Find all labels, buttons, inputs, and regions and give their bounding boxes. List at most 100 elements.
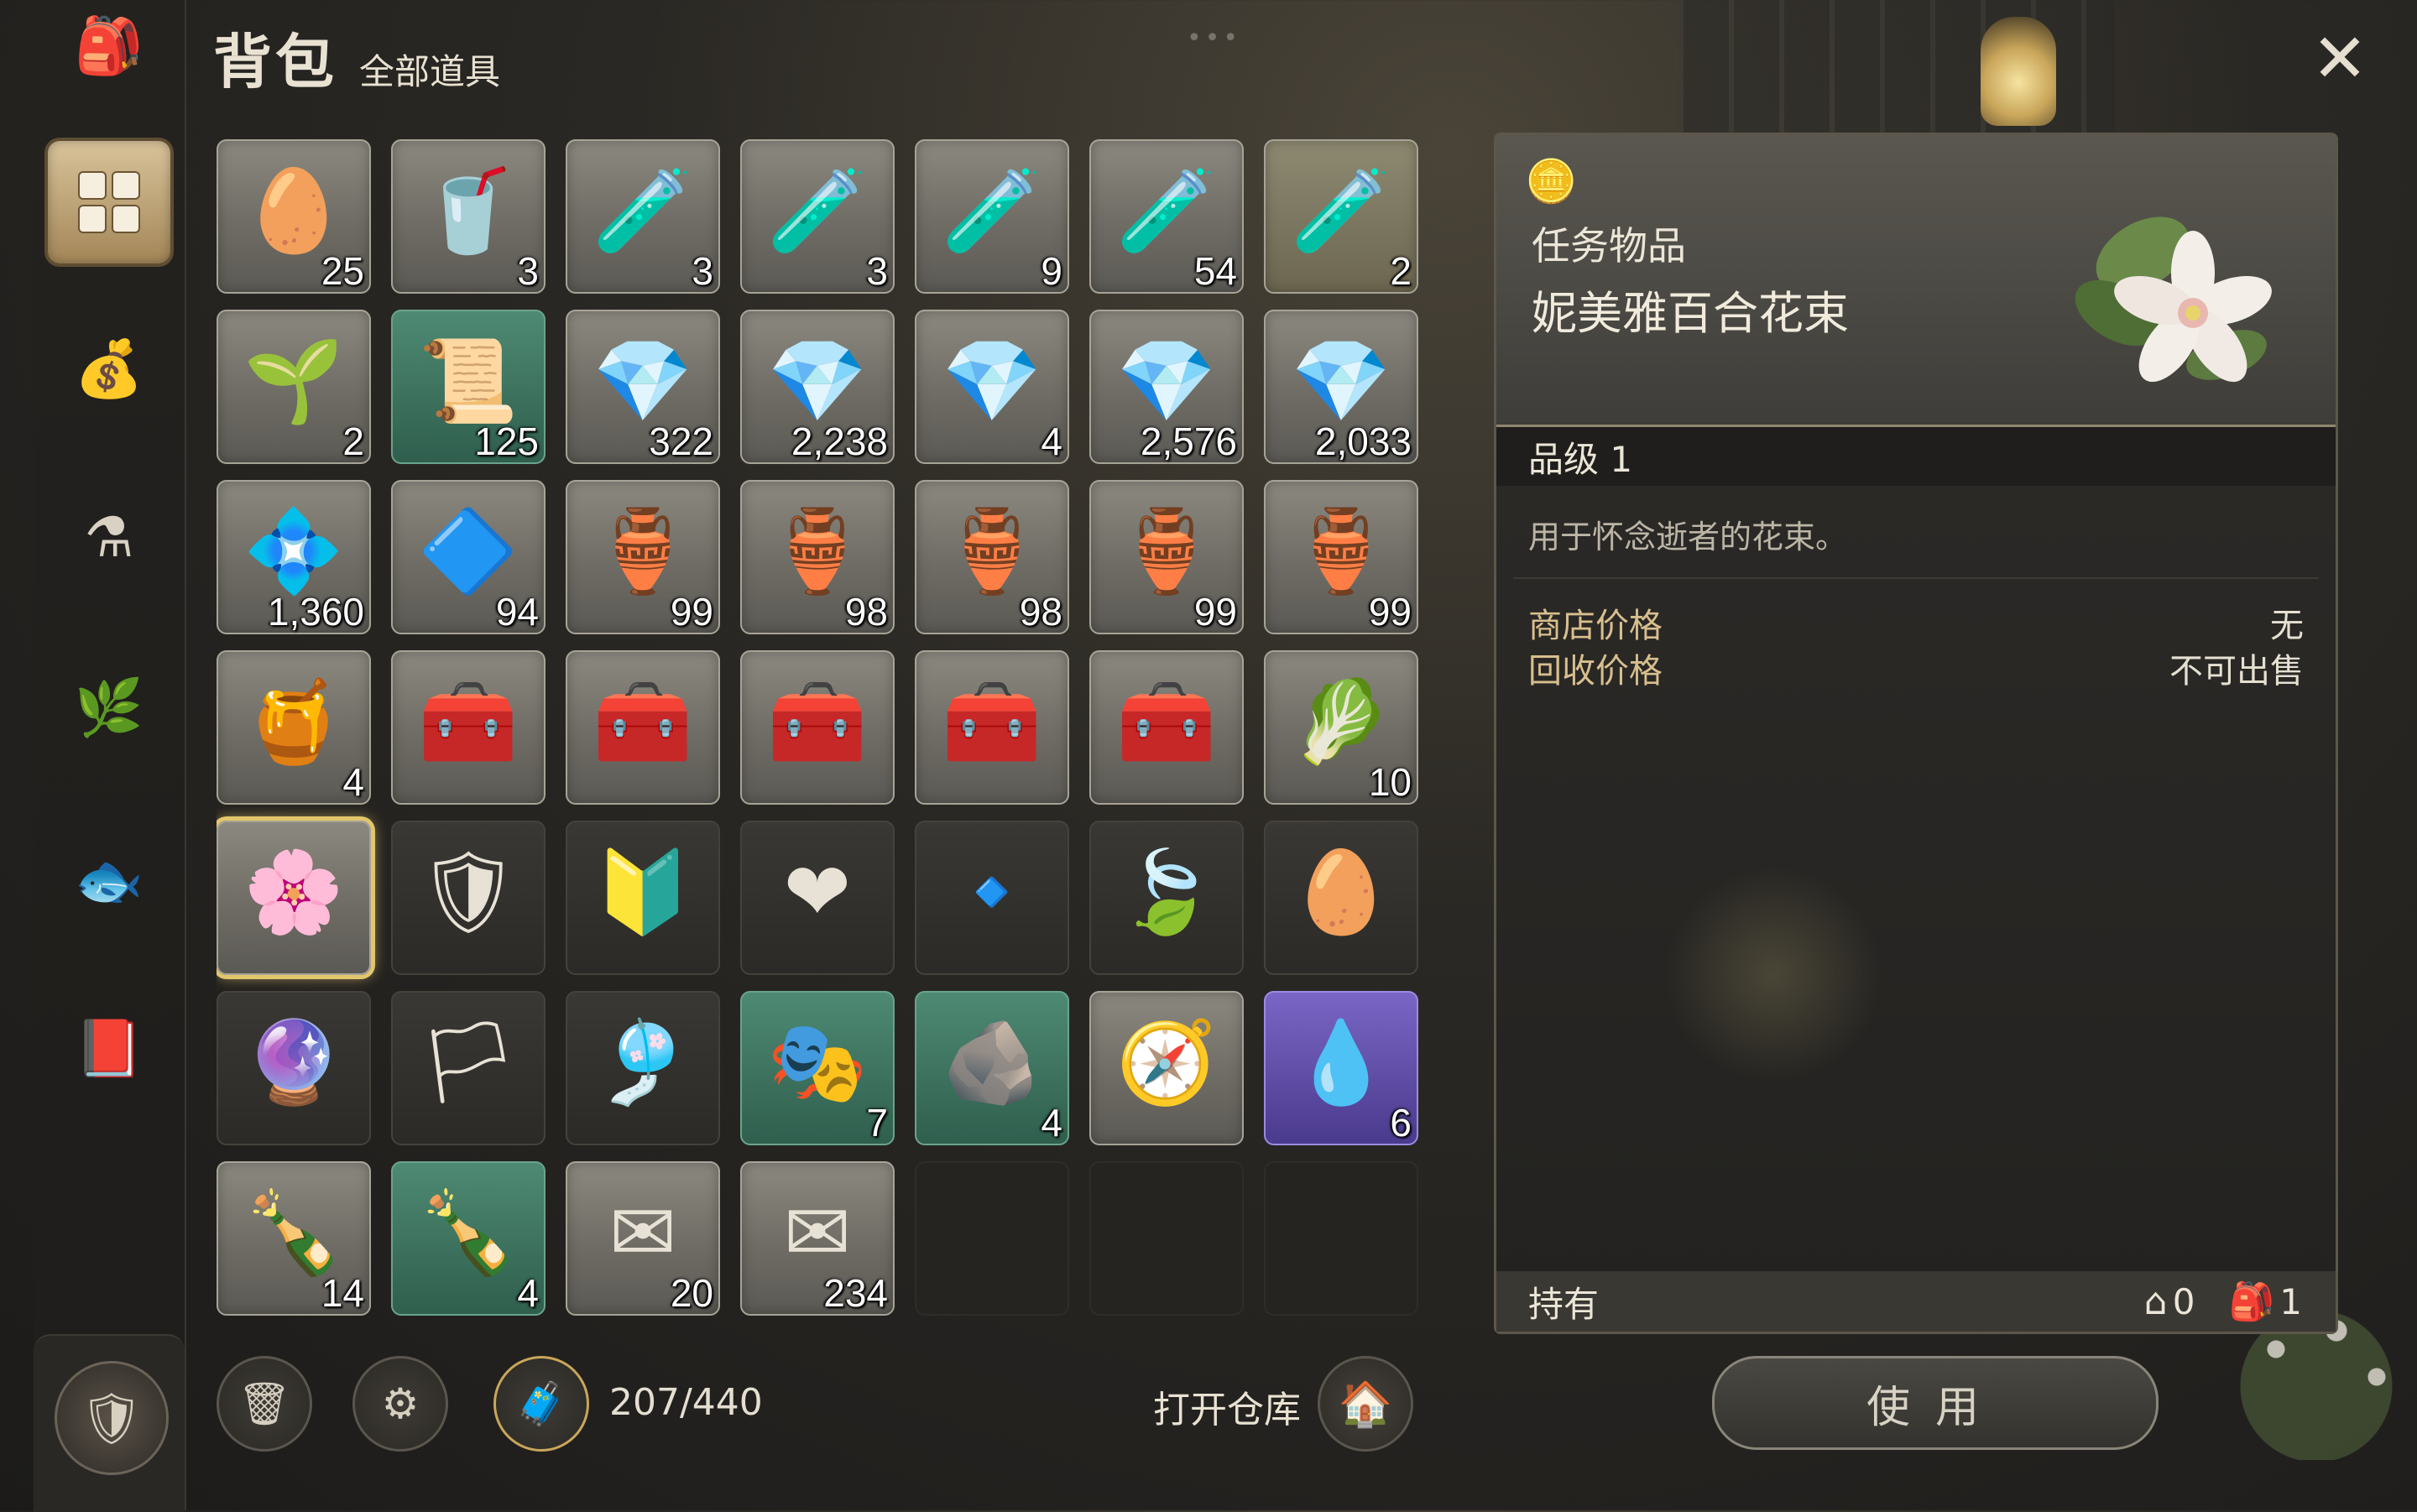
tab-materials[interactable]: 💰 (59, 319, 159, 420)
inventory-slot[interactable]: 🧪 3 (566, 139, 720, 294)
empty-slot[interactable] (1089, 1161, 1244, 1316)
fish-icon: 🐟 (74, 848, 144, 913)
filter-label: 全部道具 (359, 51, 501, 92)
inventory-slot[interactable]: ❤ (740, 821, 895, 975)
sell-price-label: 回收价格 (1528, 652, 1663, 691)
inventory-slot[interactable]: 🌱 2 (217, 310, 371, 464)
inventory-slot[interactable]: 🍾 14 (217, 1161, 371, 1316)
inventory-slot[interactable]: 🥤 3 (391, 139, 546, 294)
bag-expand-icon: 🧳 (514, 1379, 568, 1428)
potion-icon: ⚗ (84, 504, 134, 570)
item-icon: 🎐 (593, 1014, 693, 1109)
close-button[interactable]: ✕ (2306, 25, 2373, 92)
open-warehouse-button[interactable]: 🏠 (1318, 1356, 1413, 1452)
bag-settings-button[interactable]: ⚙ (352, 1356, 448, 1452)
expand-bag-button[interactable]: 🧳 (493, 1356, 589, 1452)
bag-icon: 🎒 (2228, 1280, 2275, 1323)
item-icon: 🌱 (243, 333, 344, 428)
inventory-slot[interactable]: 🍯 4 (217, 650, 371, 805)
herb-icon: 🌿 (74, 675, 144, 740)
item-icon: 💎 (1116, 333, 1217, 428)
inventory-slot[interactable]: 🌸 (217, 821, 371, 975)
inventory-slot[interactable]: 🔷 94 (391, 480, 546, 634)
bag-icon[interactable]: 🎒 (59, 0, 159, 92)
inventory-slot[interactable]: 🔮 (217, 991, 371, 1145)
inventory-slot[interactable]: 🏺 99 (1264, 480, 1418, 634)
inventory-slot[interactable]: 🧭 (1089, 991, 1244, 1145)
inventory-slot[interactable]: 🥚 (1264, 821, 1418, 975)
item-count: 99 (1193, 590, 1237, 633)
item-icon: 🏺 (593, 503, 693, 598)
tab-herbs[interactable]: 🌿 (59, 658, 159, 759)
tab-potions[interactable]: ⚗ (59, 487, 159, 587)
inventory-slot[interactable]: 🧪 3 (740, 139, 895, 294)
inventory-slot[interactable]: 🔹 (915, 821, 1069, 975)
inventory-slot[interactable]: 🧰 (915, 650, 1069, 805)
ambient-glow (1664, 865, 1882, 1083)
inventory-slot[interactable]: 🧪 54 (1089, 139, 1244, 294)
item-icon: 🧰 (942, 674, 1042, 769)
inventory-slot[interactable]: 🏺 99 (1089, 480, 1244, 634)
item-icon: 🍃 (1116, 844, 1217, 939)
inventory-slot[interactable]: 💧 6 (1264, 991, 1418, 1145)
tab-fish[interactable]: 🐟 (59, 831, 159, 931)
inventory-slot[interactable]: 🍾 4 (391, 1161, 546, 1316)
inventory-slot[interactable]: 🏳 (391, 991, 546, 1145)
inventory-slot[interactable]: 🔰 (566, 821, 720, 975)
open-warehouse-label[interactable]: 打开仓库 (1153, 1379, 1301, 1433)
lily-bouquet-icon (2075, 216, 2272, 383)
tab-quest[interactable]: 📕 (59, 998, 159, 1099)
inventory-slot[interactable]: 💎 2,238 (740, 310, 895, 464)
item-count: 99 (670, 590, 713, 633)
item-count: 98 (844, 590, 888, 633)
item-icon: ✉ (608, 1185, 677, 1280)
inventory-slot[interactable]: 💠 1,360 (217, 480, 371, 634)
inventory-slot[interactable]: 🥚 25 (217, 139, 371, 294)
discard-button[interactable]: 🗑 (217, 1356, 312, 1452)
inventory-slot[interactable]: 🥬 10 (1264, 650, 1418, 805)
sell-price-row: 回收价格 不可出售 (1528, 644, 2304, 692)
bag-owned: 🎒 1 (2228, 1280, 2302, 1323)
inventory-slot[interactable]: 💎 2,033 (1264, 310, 1418, 464)
inventory-slot[interactable]: 🧪 9 (915, 139, 1069, 294)
inventory-slot[interactable]: 🏺 98 (915, 480, 1069, 634)
empty-slot[interactable] (1264, 1161, 1418, 1316)
item-icon: 🏳 (417, 1014, 519, 1109)
item-count: 2,576 (1140, 420, 1237, 463)
item-count: 1,360 (267, 590, 364, 633)
inventory-slot[interactable]: 🧰 (566, 650, 720, 805)
inventory-slot[interactable]: ✉ 234 (740, 1161, 895, 1316)
drag-handle[interactable]: ••• (1187, 23, 1241, 53)
inventory-slot[interactable]: 🏺 98 (740, 480, 895, 634)
inventory-slot[interactable]: 🪨 4 (915, 991, 1069, 1145)
inventory-slot[interactable]: 🧰 (1089, 650, 1244, 805)
all-items-grid-icon (80, 173, 138, 232)
inventory-slot[interactable]: 🏺 99 (566, 480, 720, 634)
use-button[interactable]: 使用 (1712, 1356, 2159, 1450)
item-count: 322 (649, 420, 713, 463)
inventory-slot[interactable]: 🧪 2 (1264, 139, 1418, 294)
inventory-slot[interactable]: 🎐 (566, 991, 720, 1145)
inventory-slot[interactable]: 💎 4 (915, 310, 1069, 464)
inventory-slot[interactable]: 🧰 (391, 650, 546, 805)
inventory-slot[interactable]: ✉ 20 (566, 1161, 720, 1316)
empty-slot[interactable] (915, 1161, 1069, 1316)
item-icon: 🧪 (767, 163, 868, 258)
tab-all-items[interactable] (48, 141, 170, 263)
item-count: 2,238 (791, 420, 888, 463)
item-icon: 💎 (593, 333, 693, 428)
item-icon: 💎 (942, 333, 1042, 428)
inventory-slot[interactable]: 🍃 (1089, 821, 1244, 975)
inventory-slot[interactable]: 🎭 7 (740, 991, 895, 1145)
inventory-slot[interactable]: 💎 2,576 (1089, 310, 1244, 464)
item-icon: 🥚 (243, 163, 344, 258)
item-icon: 🧪 (593, 163, 693, 258)
inventory-slot[interactable]: 📜 125 (391, 310, 546, 464)
equipment-button[interactable]: 🛡 (55, 1361, 169, 1475)
inventory-slot[interactable]: 🧰 (740, 650, 895, 805)
item-count: 2 (342, 420, 364, 463)
inventory-slot[interactable]: 🛡 (391, 821, 546, 975)
item-count: 25 (321, 249, 364, 293)
inventory-slot[interactable]: 💎 322 (566, 310, 720, 464)
item-icon: 🥬 (1291, 674, 1391, 769)
